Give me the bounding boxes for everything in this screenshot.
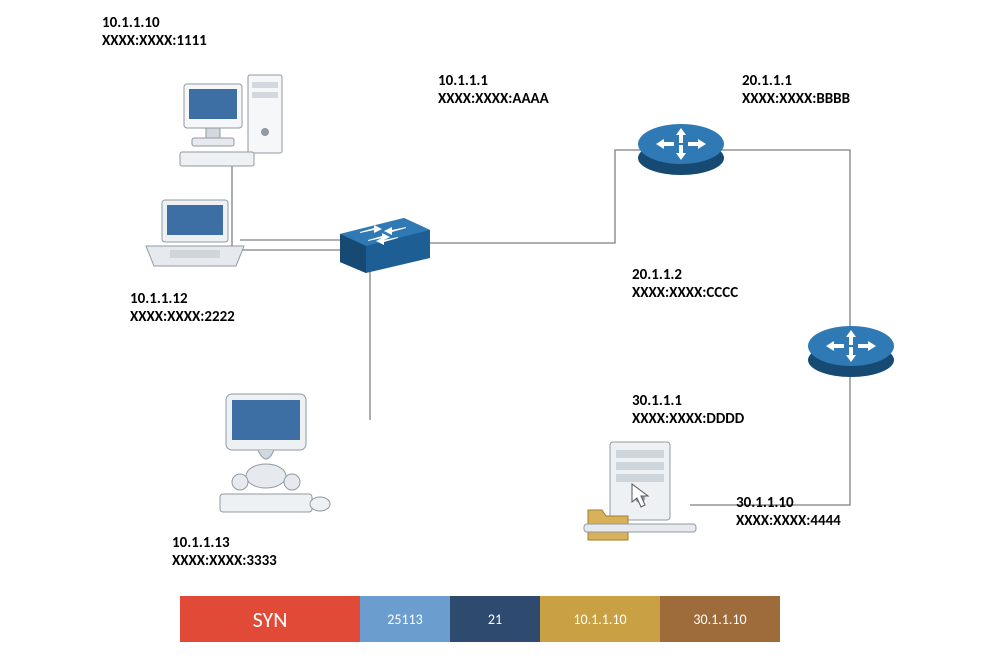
mac: XXXX:XXXX:4444: [736, 512, 841, 530]
label-r2-lan: 30.1.1.1 XXXX:XXXX:DDDD: [632, 392, 744, 428]
label-r1-wan: 20.1.1.1 XXXX:XXXX:BBBB: [742, 72, 850, 108]
ip: 10.1.1.1: [438, 72, 488, 90]
file-server: [578, 440, 698, 555]
desktop-pc-2: [200, 390, 340, 525]
mac: XXXX:XXXX:AAAA: [438, 90, 549, 108]
laptop: [140, 196, 250, 281]
ip: 10.1.1.10: [102, 14, 160, 32]
mac: XXXX:XXXX:1111: [102, 32, 207, 50]
packet-dst-port: 21: [450, 596, 540, 642]
ip: 20.1.1.2: [632, 266, 682, 284]
packet-diagram: SYN 25113 21 10.1.1.10 30.1.1.10: [180, 596, 780, 642]
packet-src-ip: 10.1.1.10: [540, 596, 660, 642]
ip: 30.1.1.10: [736, 494, 794, 512]
ip: 10.1.1.13: [172, 534, 230, 552]
packet-dst-ip: 30.1.1.10: [660, 596, 780, 642]
label-pc1: 10.1.1.10 XXXX:XXXX:1111: [102, 14, 207, 50]
ip: 30.1.1.1: [632, 392, 682, 410]
router-1: [636, 118, 726, 183]
label-server: 30.1.1.10 XXXX:XXXX:4444: [736, 494, 841, 530]
ip: 20.1.1.1: [742, 72, 792, 90]
mac: XXXX:XXXX:CCCC: [632, 284, 738, 302]
desktop-pc-1: [178, 70, 298, 175]
label-r2-wan: 20.1.1.2 XXXX:XXXX:CCCC: [632, 266, 738, 302]
packet-src-port: 25113: [360, 596, 450, 642]
label-pc2: 10.1.1.13 XXXX:XXXX:3333: [172, 534, 277, 570]
label-r1-lan: 10.1.1.1 XXXX:XXXX:AAAA: [438, 72, 549, 108]
mac: XXXX:XXXX:DDDD: [632, 410, 744, 428]
mac: XXXX:XXXX:3333: [172, 552, 277, 570]
packet-flag: SYN: [180, 596, 360, 642]
ip: 10.1.1.12: [130, 290, 188, 308]
mac: XXXX:XXXX:BBBB: [742, 90, 850, 108]
mac: XXXX:XXXX:2222: [130, 308, 235, 326]
router-2: [806, 320, 896, 385]
label-laptop: 10.1.1.12 XXXX:XXXX:2222: [130, 290, 235, 326]
switch: [340, 218, 430, 278]
